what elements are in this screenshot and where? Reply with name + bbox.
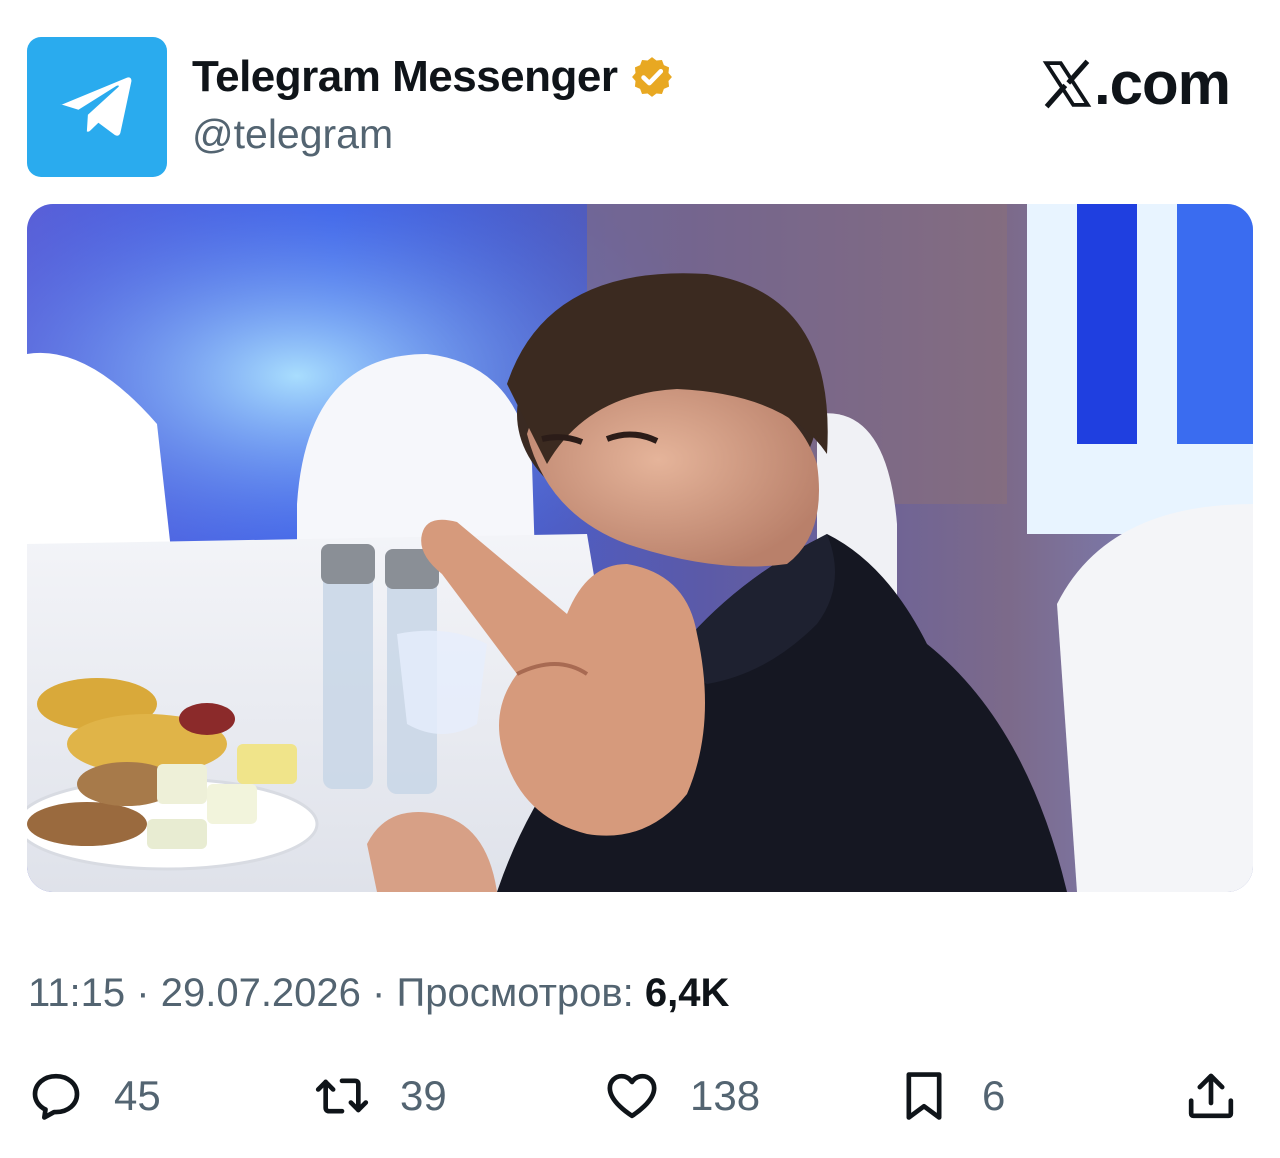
tweet-time[interactable]: 11:15 bbox=[28, 971, 125, 1015]
bookmark-count: 6 bbox=[982, 1072, 1006, 1119]
meta-separator: · bbox=[136, 971, 150, 1015]
brand-domain-text: .com bbox=[1093, 50, 1231, 117]
verified-badge-icon[interactable] bbox=[629, 54, 675, 100]
photo-illustration bbox=[27, 204, 1253, 892]
share-button[interactable] bbox=[1183, 1066, 1239, 1126]
telegram-paper-plane-icon bbox=[60, 77, 132, 136]
tweet-card: Telegram Messenger @telegram .com 11:15 … bbox=[0, 0, 1280, 1158]
reply-button[interactable]: 45 bbox=[28, 1066, 161, 1126]
tweet-date[interactable]: 29.07.2026 bbox=[161, 971, 361, 1015]
author-display-name[interactable]: Telegram Messenger bbox=[192, 50, 618, 104]
x-com-brand: .com bbox=[1042, 50, 1231, 117]
views-count[interactable]: 6,4K bbox=[645, 971, 730, 1015]
retweet-button[interactable]: 39 bbox=[314, 1066, 447, 1126]
share-icon bbox=[1188, 1073, 1234, 1119]
tweet-meta: 11:15 · 29.07.2026 · Просмотров: 6,4K bbox=[28, 968, 729, 1018]
reply-icon bbox=[32, 1073, 80, 1120]
tweet-media-photo[interactable] bbox=[27, 204, 1253, 892]
bookmark-icon bbox=[906, 1072, 942, 1120]
meta-separator: · bbox=[372, 971, 386, 1015]
author-info: Telegram Messenger @telegram bbox=[192, 50, 675, 160]
author-handle[interactable]: @telegram bbox=[192, 108, 675, 160]
retweet-icon bbox=[315, 1078, 369, 1114]
like-button[interactable]: 138 bbox=[604, 1066, 760, 1126]
retweet-count: 39 bbox=[400, 1072, 447, 1119]
heart-icon bbox=[607, 1073, 657, 1119]
like-count: 138 bbox=[690, 1072, 761, 1119]
author-avatar[interactable] bbox=[27, 37, 167, 177]
name-row: Telegram Messenger bbox=[192, 50, 675, 104]
bookmark-button[interactable]: 6 bbox=[896, 1066, 1005, 1126]
reply-count: 45 bbox=[114, 1072, 161, 1119]
views-label: Просмотров: bbox=[396, 971, 634, 1015]
x-logo-icon bbox=[1042, 59, 1092, 109]
